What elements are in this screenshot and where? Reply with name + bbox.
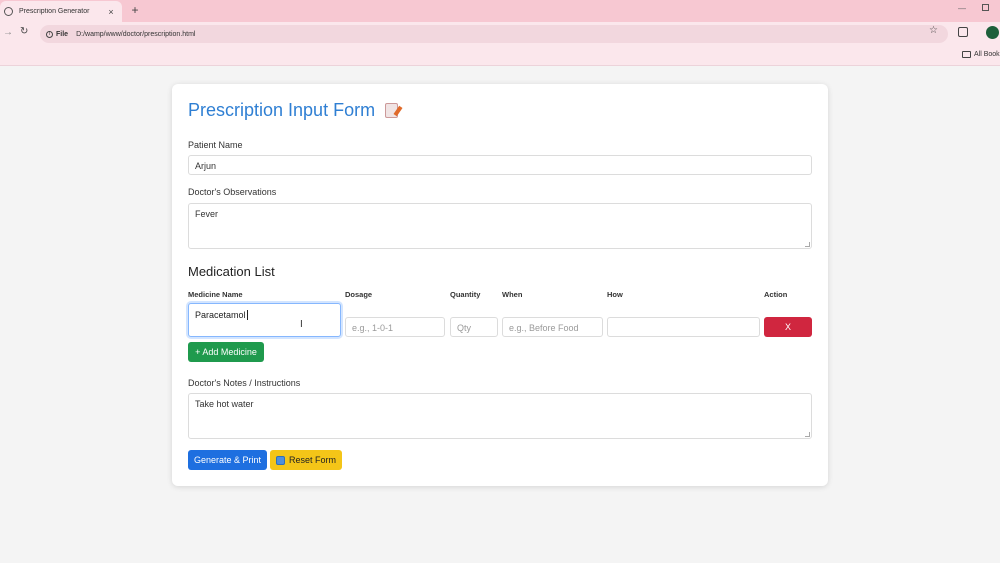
when-placeholder: e.g., Before Food (509, 323, 579, 333)
medicine-name-text: Paracetamol (195, 310, 246, 320)
url-text: D:/wamp/www/doctor/prescription.html (76, 30, 196, 38)
dosage-placeholder: e.g., 1-0-1 (352, 323, 394, 333)
prescription-form-card: Prescription Input Form Patient Name Arj… (172, 84, 828, 486)
tab-strip: Prescription Generator × + — (0, 0, 1000, 22)
ibeam-cursor-icon: I (300, 319, 303, 330)
star-icon[interactable]: ☆ (929, 25, 938, 36)
url-scheme: File (56, 30, 69, 38)
forward-arrow-icon[interactable]: → (3, 27, 13, 38)
quantity-input[interactable]: Qty (450, 317, 498, 337)
minimize-button[interactable]: — (958, 4, 966, 13)
observations-textarea[interactable]: Fever (188, 203, 812, 249)
reset-form-label: Reset Form (288, 455, 336, 465)
when-input[interactable]: e.g., Before Food (502, 317, 603, 337)
tab-close-button[interactable]: × (106, 7, 116, 17)
bookmarks-bar: All Book (0, 46, 1000, 66)
column-header-medicine: Medicine Name (188, 290, 243, 299)
reset-icon (275, 455, 285, 465)
text-caret (246, 310, 248, 320)
reset-form-button[interactable]: Reset Form (270, 450, 342, 470)
column-header-when: When (502, 290, 523, 299)
quantity-placeholder: Qty (457, 323, 472, 333)
globe-icon (4, 7, 13, 16)
memo-icon (385, 103, 399, 118)
how-input[interactable] (607, 317, 760, 337)
notes-textarea[interactable]: Take hot water (188, 393, 812, 439)
info-icon[interactable]: i (46, 30, 53, 38)
page-title: Prescription Input Form (188, 100, 399, 121)
bookmarks-label: All Book (974, 51, 1000, 58)
reload-icon[interactable]: ↻ (20, 26, 28, 37)
folder-icon (962, 51, 971, 58)
patient-name-input[interactable]: Arjun (188, 155, 812, 175)
browser-toolbar: → ↻ i File D:/wamp/www/doctor/prescripti… (0, 22, 1000, 46)
maximize-button[interactable] (982, 4, 989, 11)
column-header-action: Action (764, 290, 788, 299)
browser-tab[interactable]: Prescription Generator × (0, 1, 122, 22)
observations-label: Doctor's Observations (188, 187, 277, 197)
profile-avatar[interactable] (986, 26, 999, 39)
medication-list-heading: Medication List (188, 264, 275, 279)
resize-handle[interactable] (805, 432, 810, 437)
tab-title: Prescription Generator (19, 8, 90, 15)
patient-name-label: Patient Name (188, 140, 243, 150)
generate-print-button[interactable]: Generate & Print (188, 450, 267, 470)
column-header-quantity: Quantity (450, 290, 481, 299)
resize-handle[interactable] (805, 242, 810, 247)
notes-label: Doctor's Notes / Instructions (188, 378, 301, 388)
column-header-how: How (607, 290, 623, 299)
add-medicine-button[interactable]: + Add Medicine (188, 342, 264, 362)
page-title-text: Prescription Input Form (188, 100, 376, 120)
all-bookmarks-button[interactable]: All Book (962, 51, 1000, 58)
medicine-name-input[interactable]: Paracetamol (188, 303, 341, 337)
new-tab-button[interactable]: + (128, 3, 142, 17)
notes-text: Take hot water (195, 399, 254, 409)
column-header-dosage: Dosage (345, 290, 373, 299)
remove-medicine-button[interactable]: X (764, 317, 812, 337)
dosage-input[interactable]: e.g., 1-0-1 (345, 317, 445, 337)
observations-text: Fever (195, 209, 219, 219)
extensions-icon[interactable] (958, 27, 968, 37)
address-bar[interactable]: i File D:/wamp/www/doctor/prescription.h… (40, 25, 948, 43)
